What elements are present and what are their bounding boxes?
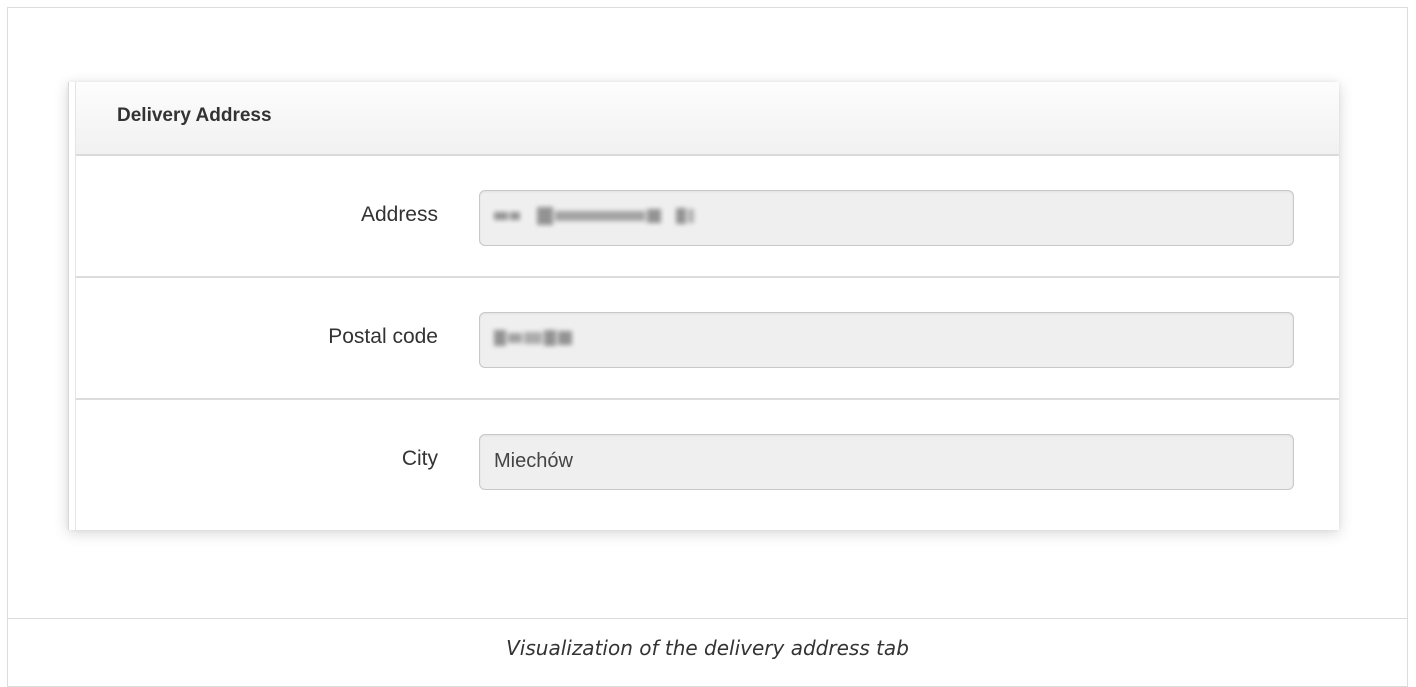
city-row: City Miechów xyxy=(76,400,1339,530)
figure-caption: Visualization of the delivery address ta… xyxy=(506,636,909,660)
figure-frame: Delivery Address Address Postal code Cit… xyxy=(7,7,1408,687)
city-field[interactable]: Miechów xyxy=(479,434,1294,490)
postal-code-value-obscured xyxy=(494,327,574,349)
city-label: City xyxy=(401,447,438,470)
address-label: Address xyxy=(360,203,438,226)
address-value-obscured xyxy=(494,205,696,227)
delivery-address-panel: Delivery Address Address Postal code Cit… xyxy=(68,82,1339,530)
screenshot-area: Delivery Address Address Postal code Cit… xyxy=(8,8,1407,619)
city-value: Miechów xyxy=(494,450,573,472)
panel-header: Delivery Address xyxy=(76,82,1339,156)
postal-code-field[interactable] xyxy=(479,312,1294,368)
panel-title: Delivery Address xyxy=(117,105,272,126)
postal-code-row: Postal code xyxy=(76,278,1339,400)
address-row: Address xyxy=(76,156,1339,278)
address-field[interactable] xyxy=(479,190,1294,246)
postal-code-label: Postal code xyxy=(328,325,438,348)
